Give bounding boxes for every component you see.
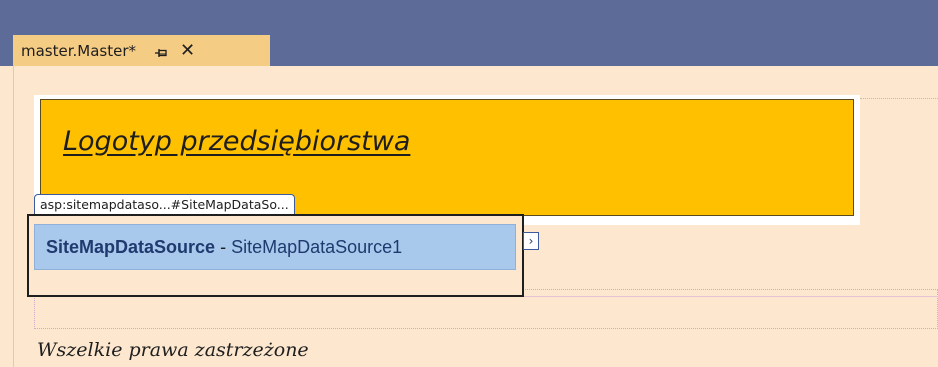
control-type-name: SiteMapDataSource bbox=[46, 236, 216, 257]
sitemap-datasource-control[interactable]: SiteMapDataSource - SiteMapDataSource1 bbox=[27, 214, 524, 297]
document-tab[interactable]: master.Master* ✕ bbox=[13, 35, 270, 66]
smart-tasks-chevron-icon[interactable]: › bbox=[523, 232, 539, 250]
tab-title: master.Master* bbox=[21, 41, 137, 60]
control-id: SiteMapDataSource1 bbox=[231, 236, 403, 257]
pin-icon[interactable] bbox=[154, 45, 168, 57]
footer-text: Wszelkie prawa zastrzeżone bbox=[37, 339, 309, 361]
design-surface-border bbox=[13, 66, 14, 367]
region-outline bbox=[860, 98, 938, 99]
control-designer-body[interactable]: SiteMapDataSource - SiteMapDataSource1 bbox=[34, 224, 516, 270]
control-separator: - bbox=[220, 236, 227, 257]
logo-text: Logotyp przedsiębiorstwa bbox=[63, 126, 411, 157]
control-tag-label[interactable]: asp:sitemapdataso...#SiteMapDataSo... bbox=[34, 194, 295, 214]
close-icon[interactable]: ✕ bbox=[180, 41, 195, 60]
